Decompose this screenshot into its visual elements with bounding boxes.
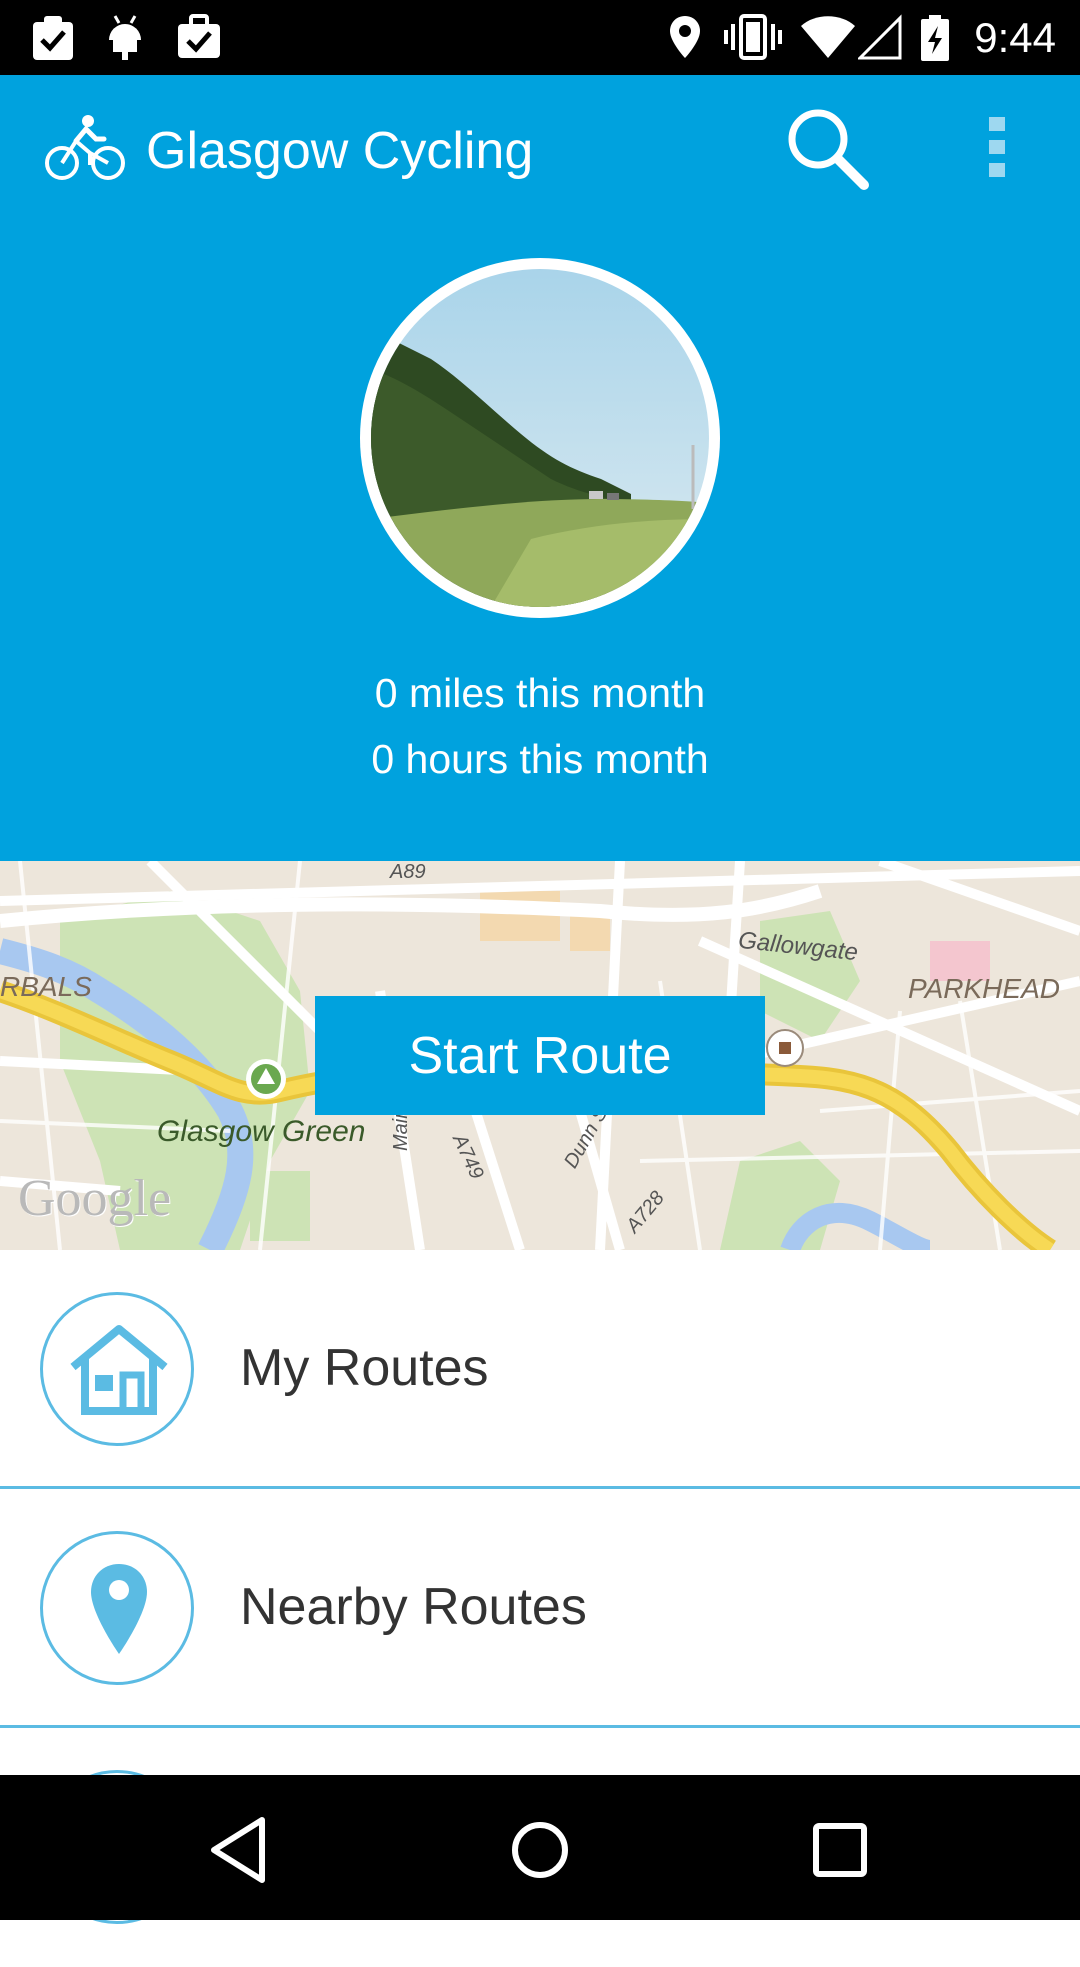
clipboard-check-icon	[33, 16, 73, 60]
map-label-parkhead: PARKHEAD	[908, 973, 1060, 1004]
android-icon	[109, 15, 141, 60]
map-label-glasgow-green: Glasgow Green	[157, 1115, 366, 1148]
home-icon	[70, 1325, 168, 1415]
profile-avatar[interactable]	[360, 258, 720, 618]
start-route-button[interactable]: Start Route	[315, 996, 765, 1115]
app-title: Glasgow Cycling	[146, 122, 534, 180]
app-bar: Glasgow Cycling	[0, 75, 1080, 225]
miles-stat: 0 miles this month	[374, 670, 706, 716]
map-label-a89: A89	[390, 861, 426, 883]
map-label-gorbals: RBALS	[0, 971, 92, 1002]
wifi-icon	[801, 16, 855, 58]
avatar-photo	[371, 269, 709, 607]
location-icon	[670, 16, 700, 58]
status-bar: 9:44	[0, 0, 1080, 75]
my-routes-icon-circle	[40, 1292, 194, 1446]
navigation-bar	[0, 1775, 1080, 1920]
hours-stat: 0 hours this month	[371, 736, 709, 782]
status-time: 9:44	[974, 14, 1056, 61]
profile-header: 0 miles this month 0 hours this month	[0, 225, 1080, 861]
briefcase-check-icon	[178, 14, 220, 58]
menu-item-my-routes[interactable]: My Routes	[0, 1250, 1080, 1489]
map-pin-icon	[91, 1564, 147, 1654]
battery-charging-icon	[921, 15, 949, 61]
search-icon[interactable]	[784, 105, 870, 191]
vibrate-icon	[724, 14, 782, 60]
overflow-menu-icon[interactable]	[986, 115, 1008, 179]
google-logo: Google	[18, 1170, 172, 1227]
nearby-routes-icon-circle	[40, 1531, 194, 1685]
back-icon[interactable]	[200, 1810, 280, 1890]
signal-icon	[858, 14, 902, 60]
menu-item-nearby-routes[interactable]: Nearby Routes	[0, 1489, 1080, 1728]
menu-item-label: Nearby Routes	[240, 1578, 587, 1636]
recents-icon[interactable]	[800, 1810, 880, 1890]
home-circle-icon[interactable]	[500, 1810, 580, 1890]
bicycle-icon	[45, 115, 125, 180]
menu-item-label: My Routes	[240, 1339, 489, 1397]
